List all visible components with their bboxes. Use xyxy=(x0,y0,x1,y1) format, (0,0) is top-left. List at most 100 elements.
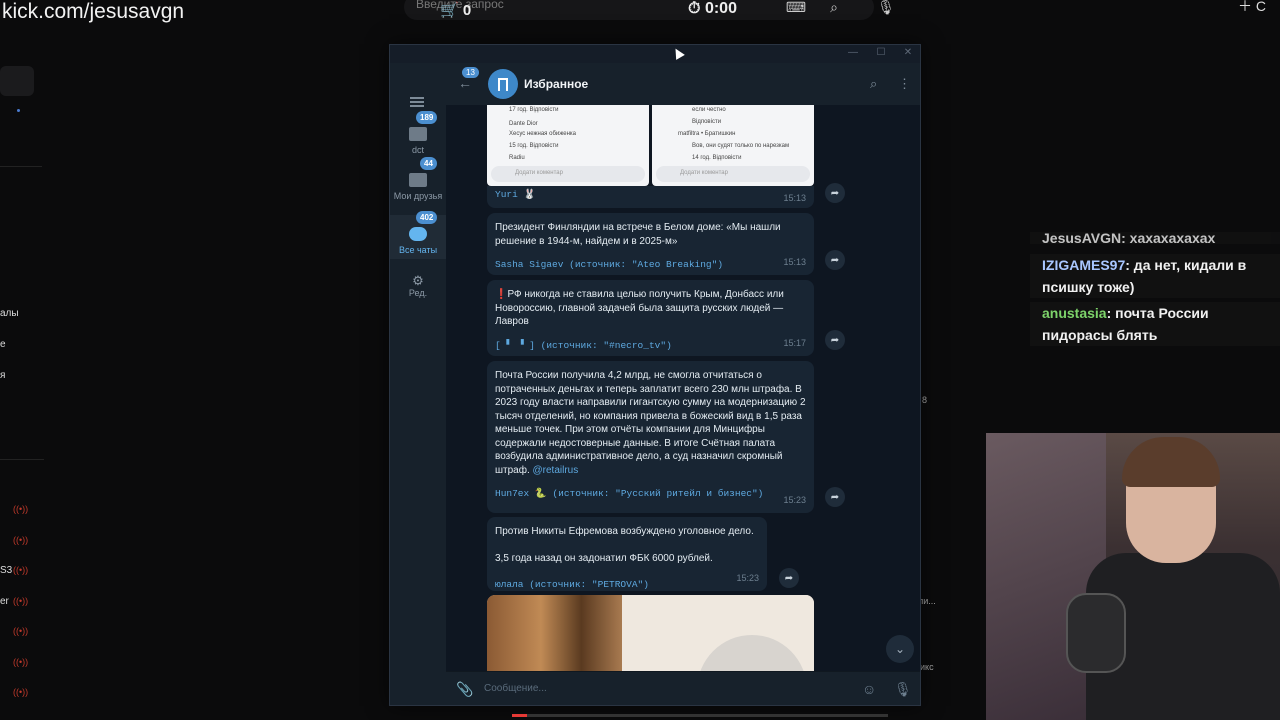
chat-text: : хахахахахах xyxy=(1121,232,1216,244)
folder-all-chats[interactable]: 402 Все чаты xyxy=(390,211,446,259)
emoji-icon[interactable]: ☺ xyxy=(862,681,876,697)
timer: ⏱ 0:00 xyxy=(688,0,737,18)
live-icon: ((•)) xyxy=(13,504,29,514)
message-link[interactable]: @retailrus xyxy=(533,465,579,476)
thumb-text: 15 год. Відповісти xyxy=(509,143,559,149)
live-icon: ((•)) xyxy=(13,657,29,667)
thumb-text: Додати коментар xyxy=(515,170,563,176)
chat-message: anustasia: почта России пидорасы блять xyxy=(1030,302,1280,346)
folder-label: Мои друзья xyxy=(393,191,443,201)
thumb-text: Dante Dior xyxy=(509,121,538,127)
progress-fill xyxy=(512,714,528,717)
forward-source[interactable]: Yuri 🐰 xyxy=(495,188,806,202)
webcam-feed xyxy=(986,433,1280,720)
message-bubble[interactable]: Против Никиты Ефремова возбуждено уголов… xyxy=(487,517,767,591)
microphone-icon[interactable]: 🎙 xyxy=(894,681,912,698)
sidebar-label[interactable]: S3 xyxy=(0,565,12,576)
message-bubble[interactable]: Президент Финляндии на встрече в Белом д… xyxy=(487,213,814,275)
folder-dct[interactable]: 189 dct xyxy=(390,111,446,159)
message-text: Почта России получила 4,2 млрд, не смогл… xyxy=(495,369,806,477)
cart-icon: 🛒 xyxy=(440,2,459,19)
message-time: 15:13 xyxy=(783,256,806,267)
saved-messages-avatar[interactable] xyxy=(488,69,518,99)
search-icon[interactable]: ⌕ xyxy=(870,76,877,92)
sidebar-label[interactable]: er xyxy=(0,596,9,607)
forward-source[interactable]: юлала (источник: "PETROVA") xyxy=(495,578,759,592)
close-icon[interactable]: ✕ xyxy=(900,47,916,61)
microphone-icon[interactable]: 🎙 xyxy=(875,0,897,18)
create-button[interactable]: ＋ С xyxy=(1238,0,1266,16)
right-label: 8 xyxy=(922,395,928,405)
message-composer[interactable]: 📎 Сообщение... ☺ 🎙 xyxy=(446,671,920,705)
message-bubble[interactable]: Почта России получила 4,2 млрд, не смогл… xyxy=(487,361,814,513)
live-icon: ((•)) xyxy=(13,535,29,545)
photo-door xyxy=(487,595,622,671)
folder-edit[interactable]: ⚙ Ред. xyxy=(390,267,446,307)
menu-icon[interactable] xyxy=(410,97,424,107)
sliders-icon: ⚙ xyxy=(412,273,424,288)
live-icon: ((•)) xyxy=(13,687,29,697)
forward-share-icon[interactable]: ➦ xyxy=(825,487,845,507)
sidebar-active-item[interactable] xyxy=(0,66,34,96)
scroll-down-icon[interactable]: ⌄ xyxy=(886,635,914,663)
search-icon[interactable]: ⌕ xyxy=(823,0,845,18)
message-text: 3,5 года назад он задонатил ФБК 6000 руб… xyxy=(495,552,713,564)
minimize-icon[interactable]: — xyxy=(845,47,861,61)
forward-source[interactable]: [ ▘ ▝ ] (источник: "#necro_tv") xyxy=(495,339,806,353)
chat-title[interactable]: Избранное xyxy=(524,77,588,91)
message-bubble[interactable]: Yuri 🐰 15:13 xyxy=(487,186,814,208)
folder-my-friends[interactable]: 44 Мои друзья xyxy=(390,157,446,211)
message-text: Против Никиты Ефремова возбуждено уголов… xyxy=(495,526,754,537)
chat-bubble-icon xyxy=(409,227,427,241)
attach-icon[interactable]: 📎 xyxy=(456,681,473,698)
stream-progress-bar[interactable] xyxy=(512,714,888,717)
bookmark-icon xyxy=(498,77,508,91)
message-time: 15:17 xyxy=(783,337,806,348)
chat-message: JesusAVGN: хахахахахах xyxy=(1030,232,1280,244)
chat-username: JesusAVGN xyxy=(1042,232,1122,244)
folder-label: dct xyxy=(411,145,424,155)
chat-message: IZIGAMES97: да нет, кидали в псишку тоже… xyxy=(1030,254,1280,298)
thumb-text: 17 год. Відповісти xyxy=(509,107,559,113)
folder-icon xyxy=(409,173,427,187)
thumb-comment-input: Додати коментар xyxy=(491,166,645,182)
window-titlebar[interactable]: — ☐ ✕ xyxy=(390,45,920,63)
forward-source[interactable]: Sasha Sigaev (источник: "Ateo Breaking") xyxy=(495,258,806,272)
sidebar-label[interactable]: алы xyxy=(0,308,19,319)
right-label: икс xyxy=(920,662,934,672)
thumb-text: Вов, они судят только по нарезкам xyxy=(692,143,790,149)
unread-badge: 44 xyxy=(420,157,437,170)
more-options-icon[interactable]: ⋮ xyxy=(898,76,911,92)
message-time: 15:23 xyxy=(736,572,759,583)
folder-icon xyxy=(409,127,427,141)
message-text: Президент Финляндии на встрече в Белом д… xyxy=(495,222,781,247)
message-input[interactable]: Сообщение... xyxy=(484,683,547,694)
forward-source[interactable]: Hun7ex 🐍 (источник: "Русский ритейл и би… xyxy=(495,487,806,501)
chat-header: ← 13 Избранное ⌕ ⋮ xyxy=(446,63,920,105)
forward-share-icon[interactable]: ➦ xyxy=(825,330,845,350)
forward-share-icon[interactable]: ➦ xyxy=(779,568,799,588)
message-bubble[interactable]: ❗️РФ никогда не ставила целью получить К… xyxy=(487,280,814,356)
screenshot-thumbnail[interactable]: если честно Відповісти matfiltra • Брати… xyxy=(652,105,814,186)
keyboard-icon[interactable]: ⌨ xyxy=(785,0,807,18)
cart-button[interactable]: 🛒 0 xyxy=(440,1,471,19)
sidebar-label[interactable]: я xyxy=(0,370,5,381)
message-body: Почта России получила 4,2 млрд, не смогл… xyxy=(495,370,806,476)
sidebar-label[interactable]: e xyxy=(0,339,6,350)
chat-username: anustasia xyxy=(1042,305,1107,321)
photo-message[interactable] xyxy=(487,595,814,671)
message-list[interactable]: 17 год. Відповісти Dante Dior Хесус нежн… xyxy=(446,105,920,671)
live-icon: ((•)) xyxy=(13,626,29,636)
notification-dot xyxy=(17,109,20,112)
thumb-text: Хесус нежная обиженка xyxy=(509,131,576,137)
forward-share-icon[interactable]: ➦ xyxy=(825,183,845,203)
maximize-icon[interactable]: ☐ xyxy=(873,47,889,61)
stream-chat-overlay: JesusAVGN: хахахахахах IZIGAMES97: да не… xyxy=(1030,232,1280,350)
forward-share-icon[interactable]: ➦ xyxy=(825,250,845,270)
folder-rail: 189 dct 44 Мои друзья 402 Все чаты ⚙ Ред… xyxy=(390,63,446,705)
telegram-window[interactable]: — ☐ ✕ 189 dct 44 Мои друзья 402 Все чаты… xyxy=(389,44,921,706)
folder-label: Все чаты xyxy=(398,245,438,255)
screenshot-thumbnail[interactable]: 17 год. Відповісти Dante Dior Хесус нежн… xyxy=(487,105,649,186)
unread-badge: 13 xyxy=(462,67,479,78)
message-time: 15:13 xyxy=(783,192,806,203)
